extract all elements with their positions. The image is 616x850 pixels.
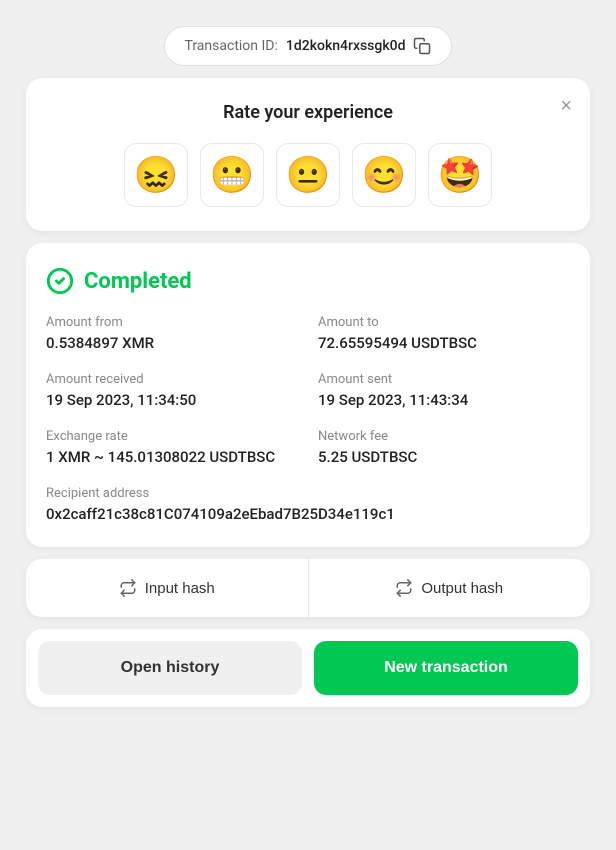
exchange-rate-value: 1 XMR ~ 145.01308022 USDTBSC [46, 448, 298, 466]
amounts-grid: Amount from 0.5384897 XMR Amount to 72.6… [46, 315, 570, 352]
output-hash-label: Output hash [421, 580, 503, 597]
amount-received-label: Amount received [46, 372, 298, 387]
amount-from-value: 0.5384897 XMR [46, 334, 298, 352]
action-row: Open history New transaction [26, 629, 590, 707]
amount-received-value: 19 Sep 2023, 11:34:50 [46, 391, 298, 409]
close-button[interactable]: × [556, 92, 576, 120]
rating-title: Rate your experience [223, 102, 393, 123]
recipient-label: Recipient address [46, 486, 570, 501]
amount-to-label: Amount to [318, 315, 570, 330]
amount-sent-item: Amount sent 19 Sep 2023, 11:43:34 [318, 372, 570, 409]
exchange-rate-item: Exchange rate 1 XMR ~ 145.01308022 USDTB… [46, 429, 298, 466]
hash-row: Input hash Output hash [26, 559, 590, 617]
amount-sent-label: Amount sent [318, 372, 570, 387]
page-container: Transaction ID: 1d2kokn4rxssgk0d × Rate … [10, 10, 606, 840]
recipient-value: 0x2caff21c38c81C074109a2eEbad7B25D34e119… [46, 505, 570, 523]
exchange-rate-label: Exchange rate [46, 429, 298, 444]
dates-grid: Amount received 19 Sep 2023, 11:34:50 Am… [46, 372, 570, 409]
network-fee-label: Network fee [318, 429, 570, 444]
emoji-great[interactable]: 🤩 [428, 143, 492, 207]
amount-from-item: Amount from 0.5384897 XMR [46, 315, 298, 352]
network-fee-value: 5.25 USDTBSC [318, 448, 570, 466]
output-hash-icon [395, 579, 413, 597]
emoji-good[interactable]: 😊 [352, 143, 416, 207]
transaction-id-value: 1d2kokn4rxssgk0d [286, 38, 406, 54]
copy-icon[interactable] [413, 37, 431, 55]
emoji-bad[interactable]: 😬 [200, 143, 264, 207]
open-history-button[interactable]: Open history [38, 641, 302, 695]
details-card: Completed Amount from 0.5384897 XMR Amou… [26, 243, 590, 547]
amount-to-value: 72.65595494 USDTBSC [318, 334, 570, 352]
emoji-very-bad[interactable]: 😖 [124, 143, 188, 207]
recipient-item: Recipient address 0x2caff21c38c81C074109… [46, 486, 570, 523]
network-fee-item: Network fee 5.25 USDTBSC [318, 429, 570, 466]
rate-fee-grid: Exchange rate 1 XMR ~ 145.01308022 USDTB… [46, 429, 570, 466]
amount-to-item: Amount to 72.65595494 USDTBSC [318, 315, 570, 352]
input-hash-button[interactable]: Input hash [26, 559, 308, 617]
transaction-id-label: Transaction ID: [185, 38, 278, 54]
status-text: Completed [84, 269, 192, 294]
output-hash-button[interactable]: Output hash [309, 559, 591, 617]
emoji-neutral[interactable]: 😐 [276, 143, 340, 207]
amount-sent-value: 19 Sep 2023, 11:43:34 [318, 391, 570, 409]
new-transaction-button[interactable]: New transaction [314, 641, 578, 695]
input-hash-icon [119, 579, 137, 597]
completed-icon [46, 267, 74, 295]
amount-received-item: Amount received 19 Sep 2023, 11:34:50 [46, 372, 298, 409]
status-row: Completed [46, 267, 570, 295]
transaction-id-bar: Transaction ID: 1d2kokn4rxssgk0d [164, 26, 453, 66]
input-hash-label: Input hash [145, 580, 215, 597]
amount-from-label: Amount from [46, 315, 298, 330]
emoji-row: 😖 😬 😐 😊 🤩 [124, 143, 492, 207]
rating-card: × Rate your experience 😖 😬 😐 😊 🤩 [26, 78, 590, 231]
